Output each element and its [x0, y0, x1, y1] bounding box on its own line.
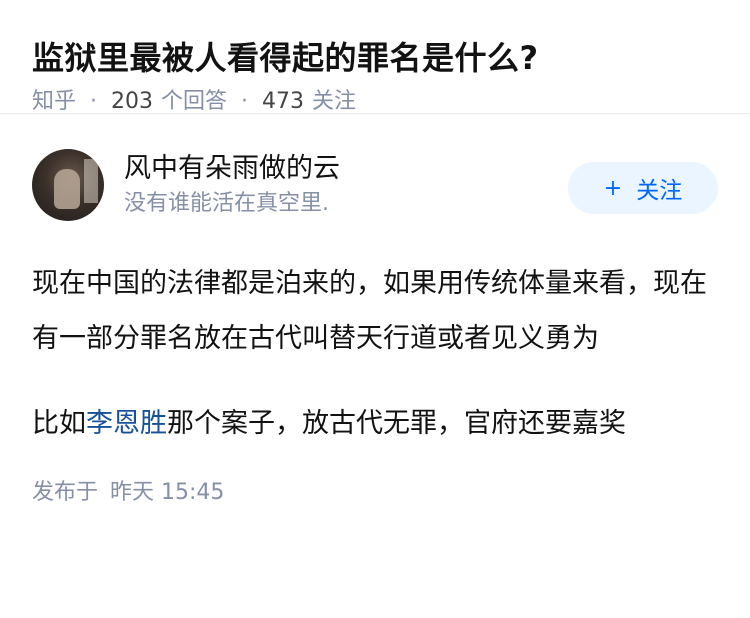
answer-paragraph: 比如李恩胜那个案子，放古代无罪，官府还要嘉奖: [32, 396, 718, 451]
author-bio: 没有谁能活在真空里.: [124, 191, 329, 216]
answer-count: 203: [111, 89, 154, 114]
answer-card: 风中有朵雨做的云 没有谁能活在真空里. + 关注 现在中国的法律都是泊来的，如果…: [0, 114, 750, 513]
plus-icon: +: [603, 175, 623, 201]
avatar-window-light: [84, 159, 98, 203]
paragraph-text: 那个案子，放古代无罪，官府还要嘉奖: [167, 408, 626, 439]
author-name[interactable]: 风中有朵雨做的云: [124, 151, 568, 187]
question-header: 监狱里最被人看得起的罪名是什么? 知乎 · 203 个回答 · 473 关注: [0, 0, 750, 114]
separator-dot: ·: [90, 89, 98, 114]
separator-dot: ·: [241, 89, 249, 114]
publish-time-value: 昨天 15:45: [110, 480, 225, 505]
answer-content: 现在中国的法律都是泊来的，如果用传统体量来看，现在有一部分罪名放在古代叫替天行道…: [32, 256, 718, 451]
avatar-figure: [54, 169, 80, 209]
answer-paragraph: 现在中国的法律都是泊来的，如果用传统体量来看，现在有一部分罪名放在古代叫替天行道…: [32, 268, 707, 354]
follow-count-label: 关注: [312, 89, 357, 114]
source-label[interactable]: 知乎: [32, 86, 76, 118]
publish-time: 发布于 昨天 15:45: [32, 473, 718, 513]
person-link[interactable]: 李恩胜: [86, 408, 167, 439]
follow-button-label: 关注: [636, 178, 683, 204]
author-row: 风中有朵雨做的云 没有谁能活在真空里. + 关注: [32, 144, 718, 226]
publish-label: 发布于: [32, 480, 99, 505]
question-title[interactable]: 监狱里最被人看得起的罪名是什么?: [32, 36, 718, 80]
avatar[interactable]: [32, 149, 104, 221]
answer-count-label[interactable]: 个回答: [161, 86, 227, 118]
follow-count: 473: [262, 89, 305, 114]
paragraph-text: 比如: [32, 408, 86, 439]
follow-button[interactable]: + 关注: [568, 162, 718, 214]
author-info: 风中有朵雨做的云 没有谁能活在真空里.: [124, 151, 568, 219]
